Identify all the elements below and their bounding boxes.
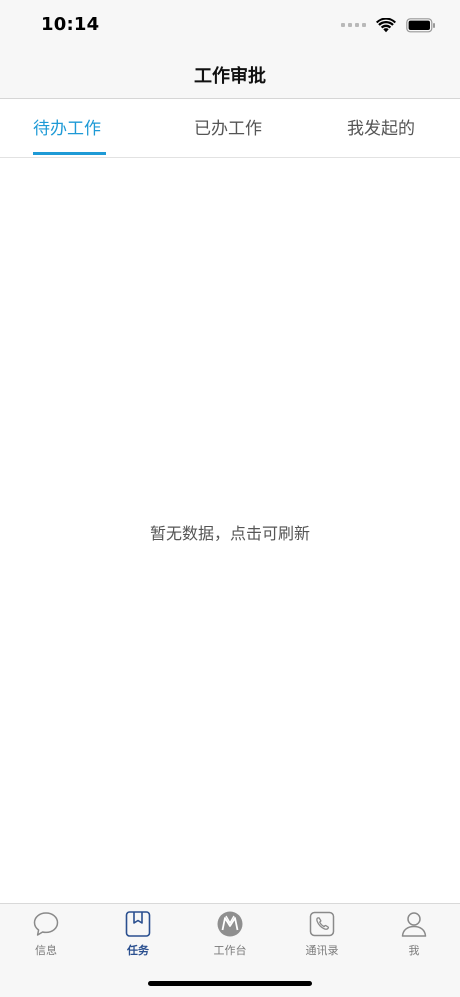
- tabbar-item-tasks[interactable]: 任务: [92, 910, 184, 966]
- page-title: 工作审批: [194, 66, 266, 87]
- tabbar-item-contacts[interactable]: 通讯录: [276, 910, 368, 966]
- cellular-signal-icon: [341, 23, 366, 27]
- tabbar-label: 任务: [127, 944, 149, 957]
- tab-completed-work[interactable]: 已办工作: [194, 114, 262, 139]
- battery-icon: [406, 17, 435, 32]
- wifi-icon: [376, 17, 396, 32]
- person-icon: [401, 912, 427, 937]
- tabbar-item-workbench[interactable]: 工作台: [184, 910, 276, 966]
- empty-state-refresh[interactable]: 暂无数据，点击可刷新: [0, 520, 460, 544]
- phone-icon: [309, 911, 335, 937]
- tab-initiated-by-me[interactable]: 我发起的: [347, 114, 415, 139]
- status-indicators: [341, 16, 436, 34]
- tabbar-item-me[interactable]: 我: [368, 910, 460, 966]
- tabbar-item-messages[interactable]: 信息: [0, 910, 92, 966]
- active-tab-indicator: [33, 152, 106, 155]
- bookmark-icon: [125, 911, 151, 937]
- tabbar-label: 信息: [35, 944, 57, 957]
- status-time: 10:14: [41, 14, 100, 35]
- home-indicator: [148, 981, 312, 986]
- tab-pending-work[interactable]: 待办工作: [33, 114, 101, 139]
- status-bar: 10:14: [0, 0, 460, 50]
- tabbar-label: 我: [408, 944, 420, 957]
- approval-tabs: 待办工作 已办工作 我发起的: [0, 99, 460, 158]
- workbench-logo-icon: [217, 911, 243, 937]
- tabbar-label: 通讯录: [305, 944, 339, 957]
- chat-bubble-icon: [33, 912, 59, 936]
- tabbar-label: 工作台: [213, 944, 247, 957]
- navigation-bar: 工作审批: [0, 50, 460, 99]
